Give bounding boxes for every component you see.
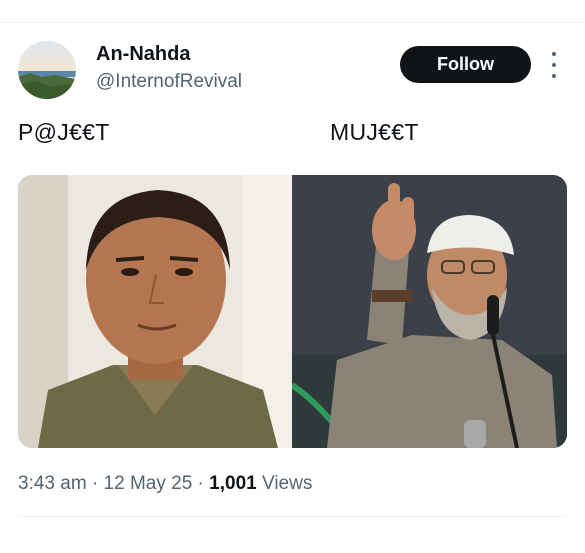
- dot: [552, 74, 556, 78]
- dot: [552, 52, 556, 56]
- top-divider: [0, 22, 585, 23]
- author-avatar[interactable]: [18, 41, 76, 99]
- media-image-right[interactable]: [292, 175, 567, 448]
- meta-separator: ·: [192, 473, 210, 494]
- post-time[interactable]: 3:43 am: [18, 473, 87, 494]
- post-text-left: P@J€€T: [18, 119, 110, 145]
- views-label: Views: [256, 473, 313, 494]
- bottom-divider: [18, 516, 567, 517]
- portrait-man-left-icon: [18, 175, 292, 448]
- views-count: 1,001: [209, 473, 257, 494]
- dot: [552, 63, 556, 67]
- author-handle[interactable]: @InternofRevival: [96, 71, 242, 93]
- more-options-icon[interactable]: [547, 52, 561, 78]
- post-meta: 3:43 am · 12 May 25 · 1,001 Views: [18, 473, 312, 495]
- post-date[interactable]: 12 May 25: [104, 473, 193, 494]
- follow-button[interactable]: Follow: [400, 46, 531, 83]
- landscape-avatar-icon: [18, 41, 76, 99]
- portrait-man-speaking-right-icon: [292, 175, 567, 448]
- author-name[interactable]: An-Nahda: [96, 43, 190, 66]
- media-image-left[interactable]: [18, 175, 292, 448]
- meta-separator: ·: [86, 473, 104, 494]
- post-text-right: MUJ€€T: [330, 119, 419, 145]
- post-media[interactable]: [18, 175, 567, 448]
